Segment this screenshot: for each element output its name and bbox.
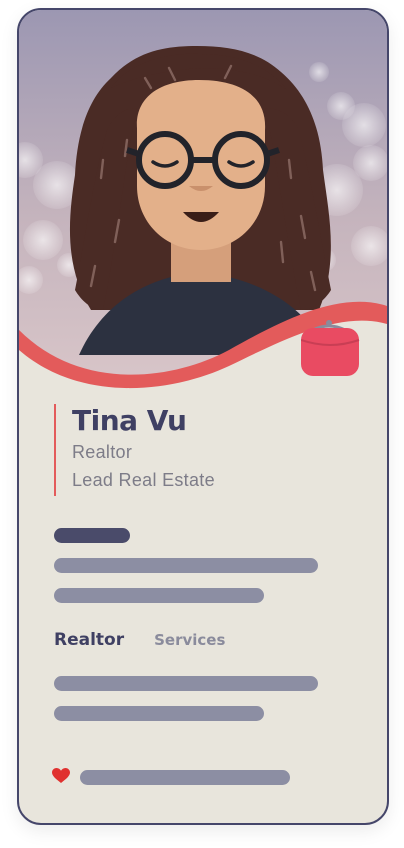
profile-card: Tina Vu Realtor Lead Real Estate Realtor… (17, 8, 389, 825)
placeholder-bar (54, 588, 264, 603)
profile-name: Tina Vu (72, 404, 187, 437)
placeholder-bar (54, 528, 130, 543)
tab-services[interactable]: Services (154, 631, 225, 649)
placeholder-bar (54, 558, 318, 573)
profile-tabs: Realtor Services (54, 630, 225, 650)
heart-icon[interactable] (52, 768, 70, 784)
placeholder-bar (54, 676, 318, 691)
purse-icon[interactable] (300, 316, 365, 380)
profile-role: Realtor (72, 442, 133, 462)
profile-info: Tina Vu Realtor Lead Real Estate (54, 404, 215, 496)
placeholder-bar (80, 770, 290, 785)
tab-realtor[interactable]: Realtor (54, 630, 124, 650)
profile-company: Lead Real Estate (72, 470, 215, 490)
placeholder-bar (54, 706, 264, 721)
